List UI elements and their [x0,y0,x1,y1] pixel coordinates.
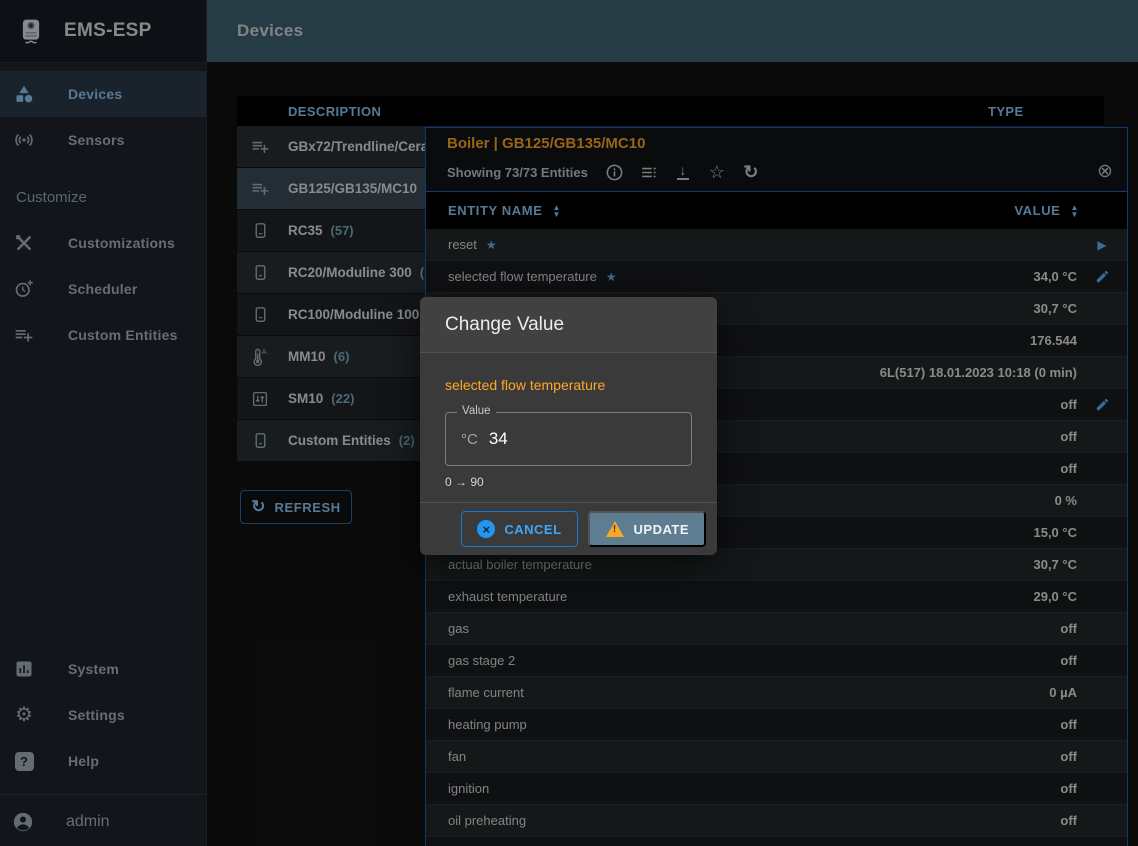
value-input-label: Value [457,405,496,417]
value-input-text: 34 [489,429,508,449]
dialog-footer: × CANCEL ! UPDATE [420,502,717,555]
ems-esp-app: EMS-ESP Devices Sensors [0,0,1138,846]
update-button[interactable]: ! UPDATE [588,511,706,547]
cancel-button[interactable]: × CANCEL [461,511,577,547]
value-input[interactable]: Value °C 34 [445,412,692,466]
cancel-icon: × [477,520,495,538]
unit-adornment: °C [461,431,478,448]
change-value-dialog: Change Value selected flow temperature V… [420,297,717,555]
dialog-body: selected flow temperature Value °C 34 0 … [420,377,717,489]
dialog-title: Change Value [420,297,717,353]
warning-icon: ! [605,521,625,538]
range-helper-text: 0 → 90 [445,475,692,489]
entity-label: selected flow temperature [445,377,692,393]
